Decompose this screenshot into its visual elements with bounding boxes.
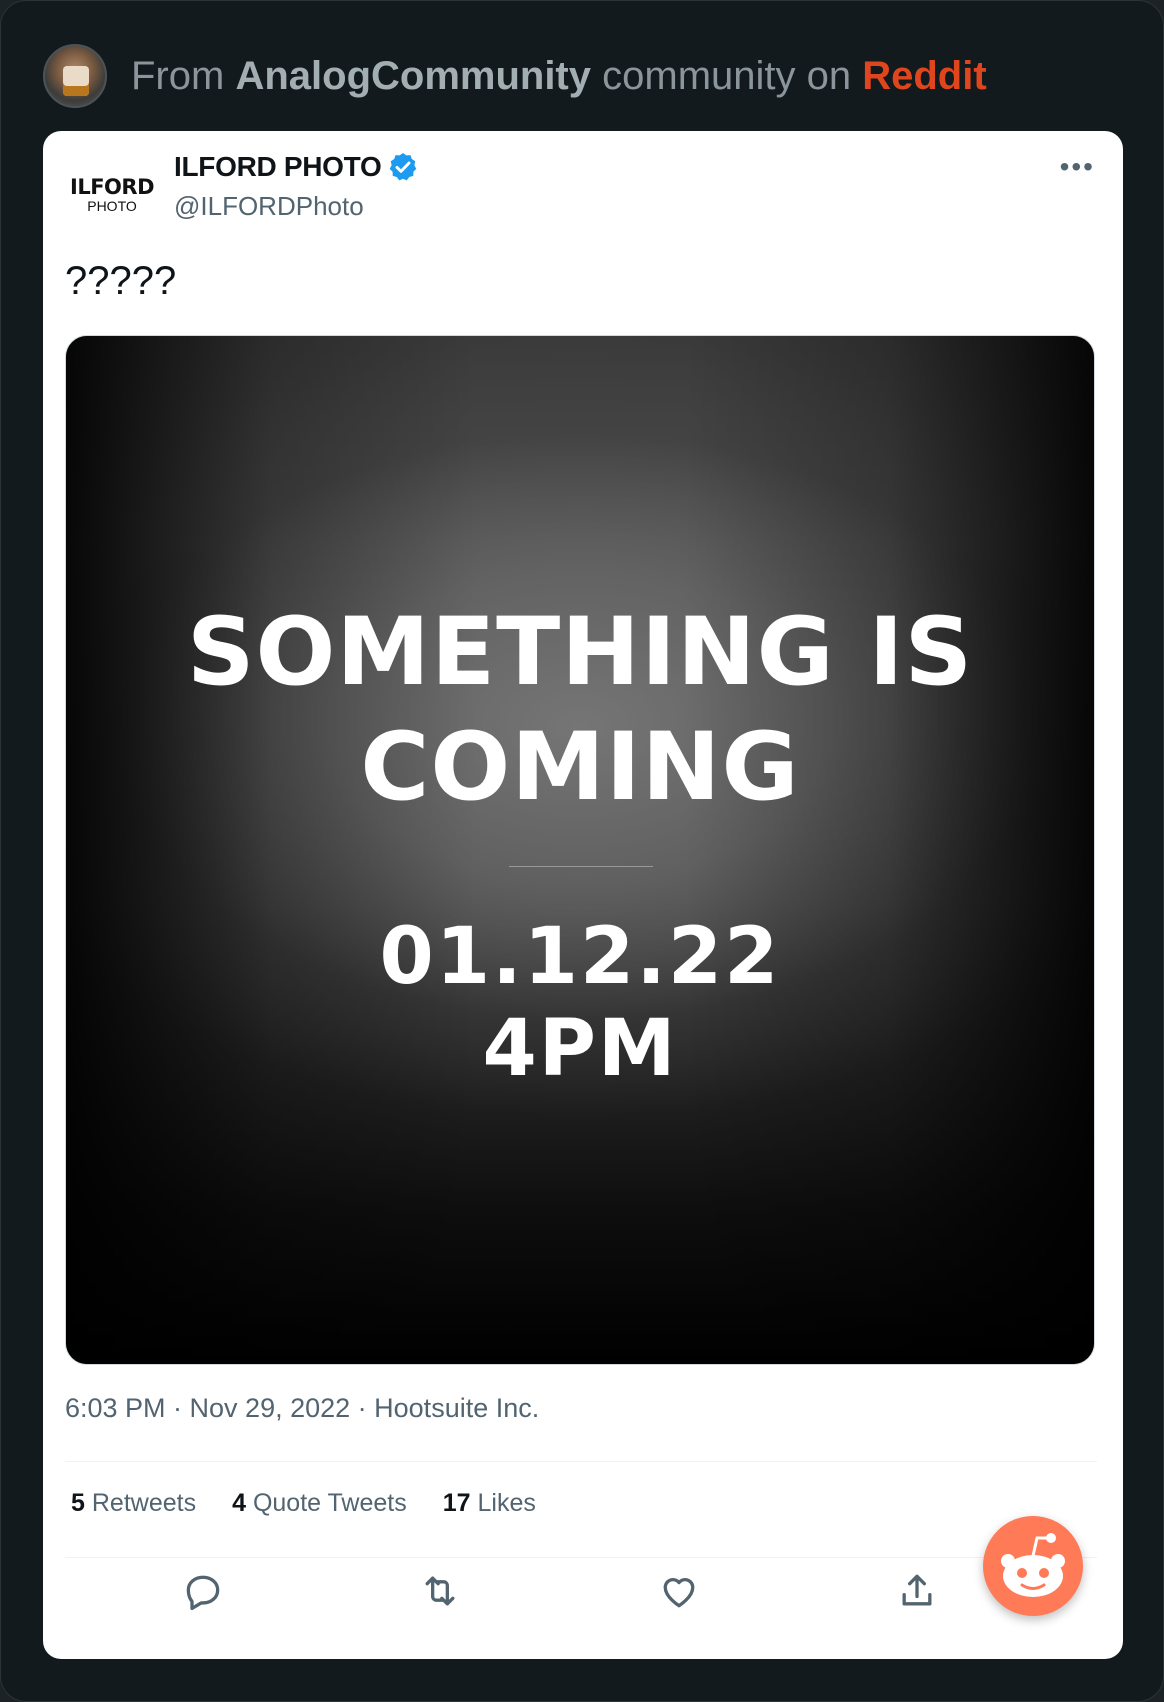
from-prefix: From	[131, 53, 225, 98]
logo-line-1: ILFORD	[70, 174, 155, 199]
divider-top	[65, 1461, 1097, 1462]
community-link[interactable]: AnalogCommunity	[235, 54, 591, 98]
snoo-glyph-icon	[1001, 1533, 1065, 1597]
retweets-count: 5	[71, 1489, 85, 1517]
embed-header: From AnalogCommunity community on Reddit	[43, 43, 987, 109]
source-line: From AnalogCommunity community on Reddit	[131, 54, 987, 99]
embed-frame: From AnalogCommunity community on Reddit…	[0, 0, 1164, 1702]
retweets-stat[interactable]: 5 Retweets	[71, 1489, 196, 1518]
divider-bottom	[65, 1557, 1097, 1558]
image-date: 01.12.22	[379, 912, 781, 1002]
author-handle[interactable]: @ILFORDPhoto	[174, 191, 364, 222]
retweets-label: Retweets	[91, 1489, 197, 1517]
tweet-actions	[65, 1561, 1097, 1631]
author-name-text: ILFORD PHOTO	[174, 151, 382, 182]
platform-link[interactable]: Reddit	[862, 54, 986, 98]
tweet-stats: 5 Retweets 4 Quote Tweets 17 Likes	[71, 1489, 536, 1518]
community-word: community on	[602, 53, 852, 98]
tweet-card: ILFORD PHOTO ILFORD PHOTO @ILFORDPhoto •…	[43, 131, 1123, 1659]
tweet-text: ?????	[65, 259, 177, 303]
image-divider	[509, 866, 653, 867]
author-name[interactable]: ILFORD PHOTO	[174, 151, 419, 183]
image-text: SOMETHING IS COMING 01.12.22 4PM	[66, 336, 1094, 1364]
more-options-icon[interactable]: •••	[1060, 151, 1095, 183]
image-headline-line-2: COMING	[360, 713, 800, 822]
author-avatar[interactable]: ILFORD PHOTO	[67, 159, 157, 229]
image-time: 4PM	[482, 1004, 678, 1094]
image-headline-line-1: SOMETHING IS	[186, 598, 974, 707]
tweet-meta[interactable]: 6:03 PM · Nov 29, 2022 · Hootsuite Inc.	[65, 1393, 539, 1424]
reply-icon[interactable]	[181, 1569, 225, 1613]
likes-stat[interactable]: 17 Likes	[443, 1489, 536, 1518]
verified-badge-icon	[390, 153, 417, 181]
community-avatar[interactable]	[43, 44, 107, 108]
logo-line-2: PHOTO	[87, 197, 137, 214]
quotes-count: 4	[232, 1489, 246, 1517]
likes-count: 17	[442, 1489, 471, 1517]
share-icon[interactable]	[895, 1569, 939, 1613]
retweet-icon[interactable]	[418, 1569, 462, 1613]
like-icon[interactable]	[657, 1569, 701, 1613]
quotes-stat[interactable]: 4 Quote Tweets	[232, 1489, 407, 1518]
tweet-image[interactable]: SOMETHING IS COMING 01.12.22 4PM	[65, 335, 1095, 1365]
likes-label: Likes	[477, 1489, 536, 1517]
reddit-snoo-icon[interactable]	[983, 1516, 1083, 1616]
quotes-label: Quote Tweets	[252, 1489, 407, 1517]
